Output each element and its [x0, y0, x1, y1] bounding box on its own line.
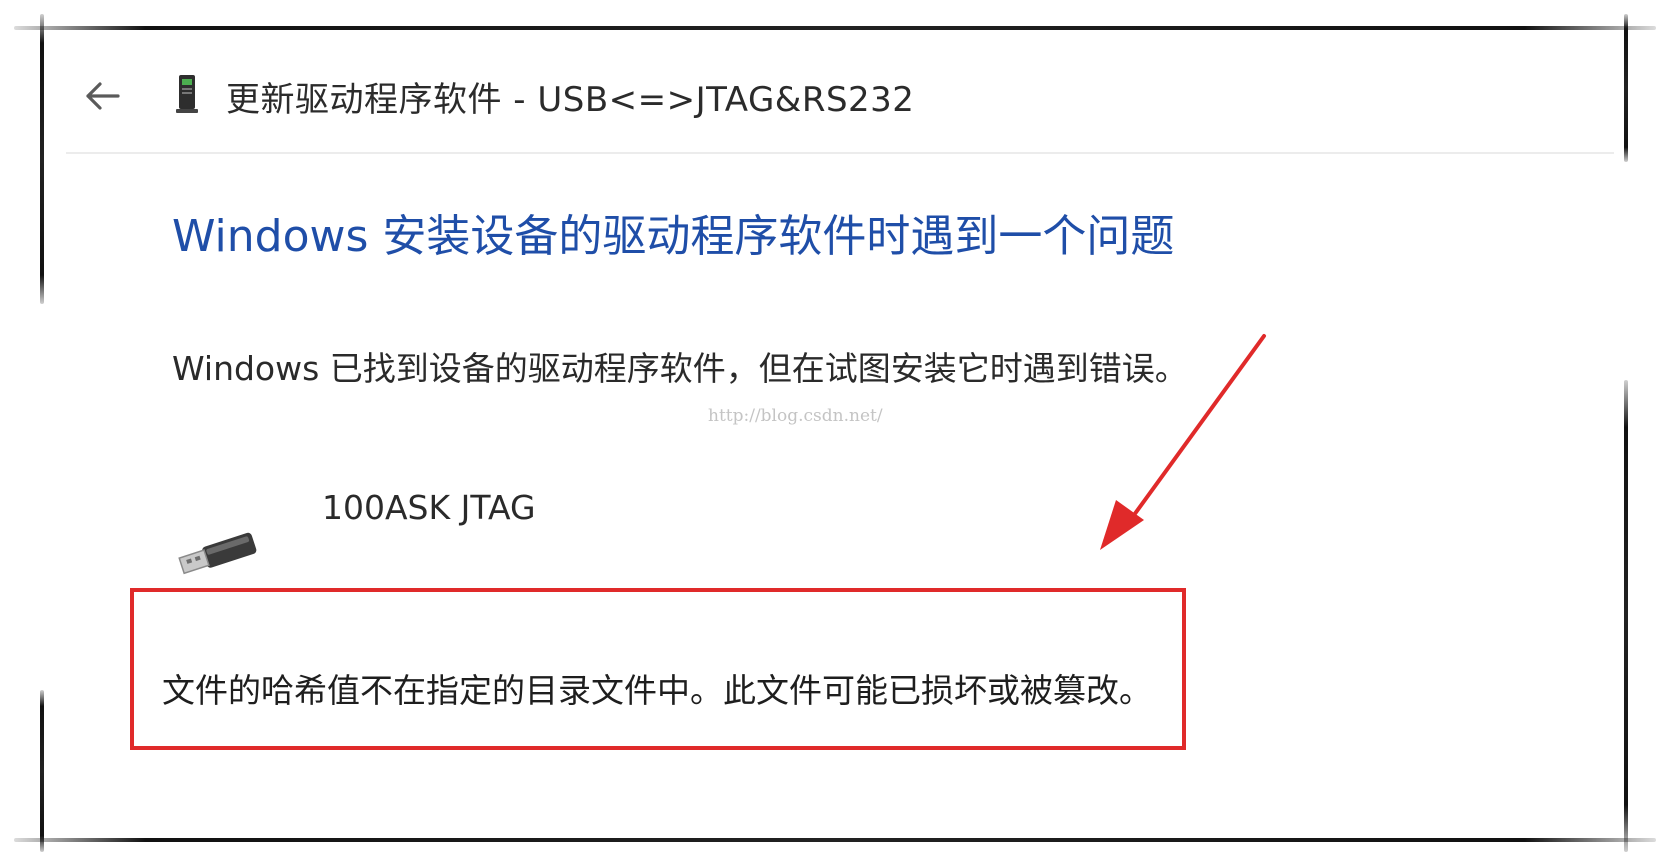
frame-right-border	[1624, 14, 1628, 162]
device-manager-icon	[176, 75, 198, 113]
error-heading: Windows 安装设备的驱动程序软件时遇到一个问题	[172, 211, 1175, 262]
frame-right-border-lower	[1624, 380, 1628, 852]
highlighted-error-box: 文件的哈希值不在指定的目录文件中。此文件可能已损坏或被篡改。	[130, 588, 1186, 750]
frame-left-border	[40, 14, 44, 304]
annotation-arrow-icon	[1100, 334, 1266, 550]
back-arrow-icon	[86, 82, 120, 110]
dialog-titlebar: 更新驱动程序软件 - USB<=>JTAG&RS232	[66, 36, 1614, 154]
back-button[interactable]	[78, 74, 126, 118]
error-description: Windows 已找到设备的驱动程序软件，但在试图安装它时遇到错误。	[172, 349, 1188, 388]
update-driver-dialog: 更新驱动程序软件 - USB<=>JTAG&RS232 Windows 安装设备…	[66, 36, 1614, 834]
frame-top-border	[14, 26, 1656, 30]
usb-connector-icon	[178, 532, 257, 575]
screenshot-canvas: 更新驱动程序软件 - USB<=>JTAG&RS232 Windows 安装设备…	[0, 0, 1669, 866]
device-name-label: 100ASK JTAG	[322, 488, 536, 527]
dialog-title: 更新驱动程序软件 - USB<=>JTAG&RS232	[226, 80, 915, 120]
watermark-text: http://blog.csdn.net/	[708, 406, 883, 426]
frame-left-border-lower	[40, 690, 44, 852]
error-detail-message: 文件的哈希值不在指定的目录文件中。此文件可能已损坏或被篡改。	[162, 671, 1152, 710]
frame-bottom-border	[14, 838, 1656, 842]
